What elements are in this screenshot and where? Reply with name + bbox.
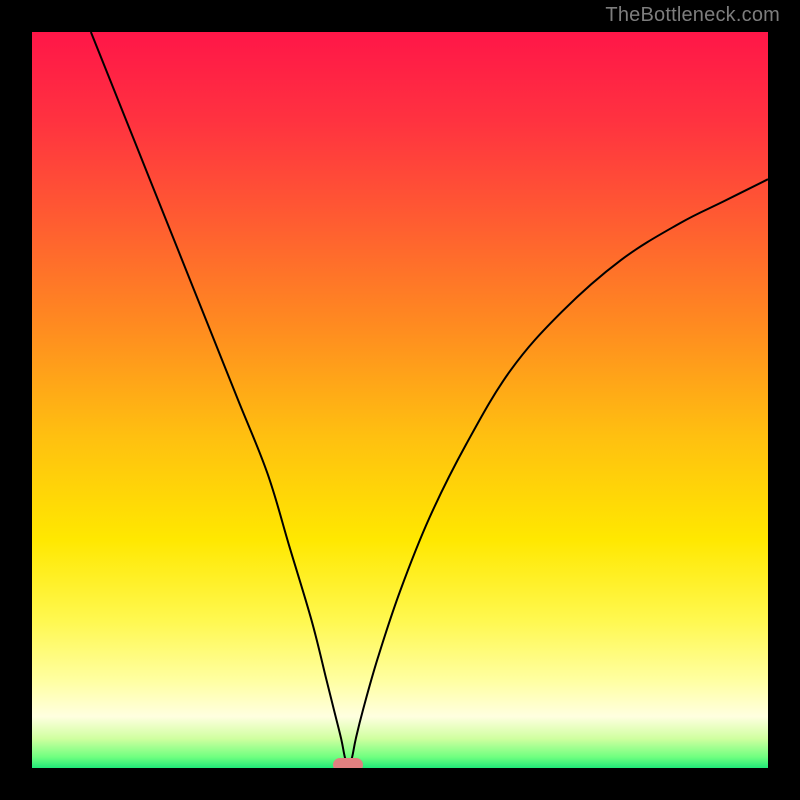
bottleneck-curve — [32, 32, 768, 768]
curve-left-branch — [91, 32, 349, 768]
plot-area — [32, 32, 768, 768]
optimum-marker — [333, 758, 363, 768]
chart-frame: TheBottleneck.com — [0, 0, 800, 800]
watermark-text: TheBottleneck.com — [605, 4, 780, 27]
curve-right-branch — [348, 179, 768, 768]
